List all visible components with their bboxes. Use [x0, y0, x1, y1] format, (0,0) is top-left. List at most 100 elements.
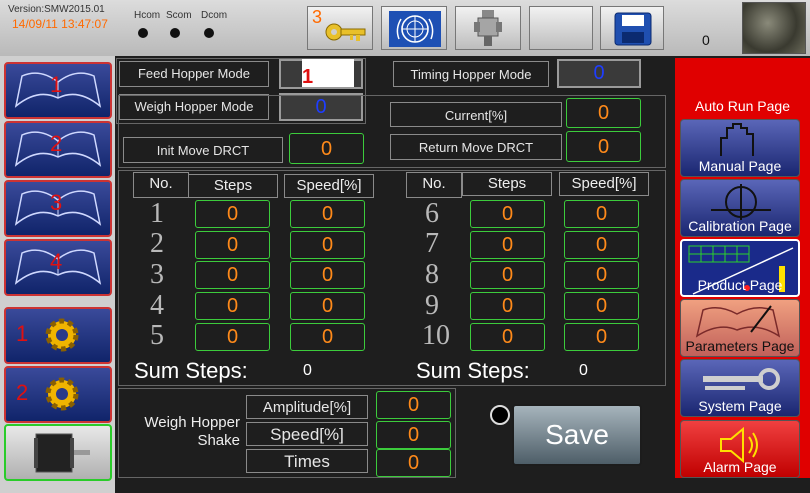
- language-button[interactable]: [381, 6, 447, 50]
- top-bar: Version:SMW2015.01 14/09/11 13:47:07 Hco…: [0, 0, 810, 56]
- blank-top-button[interactable]: [529, 6, 593, 50]
- shake-times-field[interactable]: 0: [376, 449, 451, 477]
- gear-settings-2-button[interactable]: 2: [4, 366, 112, 423]
- amplitude-label: Amplitude[%]: [246, 395, 368, 419]
- steps-field[interactable]: 0: [195, 231, 270, 259]
- steps-field[interactable]: 0: [195, 323, 270, 351]
- gear-icon: [45, 377, 79, 411]
- init-move-drct-label: Init Move DRCT: [123, 137, 283, 163]
- row-number: 7: [425, 228, 439, 259]
- machine-view-button[interactable]: [455, 6, 521, 50]
- alarm-page-button[interactable]: Alarm Page: [680, 420, 800, 478]
- motor-button[interactable]: [4, 424, 112, 481]
- speed-field[interactable]: 0: [290, 323, 365, 351]
- book-number: 1: [50, 72, 63, 97]
- version-text: Version:SMW2015.01: [8, 4, 105, 15]
- product-photo: [742, 2, 806, 54]
- recipe-book-4-button[interactable]: 4: [4, 239, 112, 296]
- product-page-label: Product Page: [697, 277, 783, 293]
- system-page-label: System Page: [698, 398, 782, 414]
- steps-field[interactable]: 0: [470, 261, 545, 289]
- save-button[interactable]: Save: [512, 404, 642, 466]
- gear-settings-1-button[interactable]: 1: [4, 307, 112, 364]
- weigh-hopper-shake-title: Weigh Hopper Shake: [144, 414, 240, 449]
- save-status-indicator: [490, 405, 510, 425]
- speed-field[interactable]: 0: [564, 261, 639, 289]
- port-scom-label: Scom: [166, 10, 192, 21]
- left-steps-header: Steps: [188, 174, 278, 198]
- book-pen-icon: [695, 305, 781, 338]
- wrench-icon: [703, 368, 780, 390]
- speed-field[interactable]: 0: [290, 292, 365, 320]
- steps-field[interactable]: 0: [470, 292, 545, 320]
- recipe-book-1-button[interactable]: 1: [4, 62, 112, 119]
- system-page-button[interactable]: System Page: [680, 359, 800, 417]
- steps-field[interactable]: 0: [470, 231, 545, 259]
- alarm-page-label: Alarm Page: [703, 459, 777, 475]
- product-page-button[interactable]: Product Page: [680, 239, 800, 297]
- book-number: 2: [50, 131, 63, 156]
- right-no-header: No.: [406, 172, 462, 198]
- login-key-button[interactable]: 3: [307, 6, 373, 50]
- left-no-header: No.: [133, 172, 189, 198]
- row-number: 1: [150, 198, 164, 229]
- hcom-status-led: [138, 28, 148, 38]
- feed-hopper-mode-label: Feed Hopper Mode: [119, 61, 269, 87]
- gear-number: 2: [16, 380, 29, 405]
- speaker-icon: [720, 427, 758, 463]
- row-number: 5: [150, 320, 164, 351]
- save-data-button[interactable]: [600, 6, 664, 50]
- speed-field[interactable]: 0: [564, 200, 639, 228]
- feed-hopper-mode-field[interactable]: 1: [279, 59, 363, 89]
- row-number: 4: [150, 290, 164, 321]
- steps-field[interactable]: 0: [195, 261, 270, 289]
- manual-page-button[interactable]: Manual Page: [680, 119, 800, 177]
- manual-page-label: Manual Page: [698, 158, 782, 174]
- key-badge: 3: [312, 7, 323, 27]
- key-icon: [325, 23, 366, 41]
- datetime-text: 14/09/11 13:47:07: [12, 17, 108, 31]
- calibration-page-button[interactable]: Calibration Page: [680, 179, 800, 237]
- steps-field[interactable]: 0: [470, 323, 545, 351]
- timing-hopper-mode-field[interactable]: 0: [557, 59, 641, 88]
- sum-steps-right-value: 0: [579, 362, 588, 379]
- row-number: 8: [425, 259, 439, 290]
- speed-field[interactable]: 0: [290, 200, 365, 228]
- shake-speed-label: Speed[%]: [246, 422, 368, 446]
- speed-field[interactable]: 0: [564, 231, 639, 259]
- feed-hopper-mode-value: 1: [302, 59, 354, 88]
- current-value-field[interactable]: 0: [566, 98, 641, 128]
- init-move-drct-field[interactable]: 0: [289, 133, 364, 164]
- left-speed-header: Speed[%]: [284, 174, 374, 198]
- row-number: 3: [150, 259, 164, 290]
- scom-status-led: [170, 28, 180, 38]
- speed-field[interactable]: 0: [290, 261, 365, 289]
- parameters-page-label: Parameters Page: [685, 338, 795, 354]
- speed-field[interactable]: 0: [290, 231, 365, 259]
- steps-field[interactable]: 0: [195, 200, 270, 228]
- speed-field[interactable]: 0: [564, 292, 639, 320]
- counter-value: 0: [702, 32, 710, 48]
- right-speed-header: Speed[%]: [559, 172, 649, 196]
- amplitude-field[interactable]: 0: [376, 391, 451, 419]
- recipe-book-3-button[interactable]: 3: [4, 180, 112, 237]
- port-hcom-label: Hcom: [134, 10, 161, 21]
- parameters-page-button[interactable]: Parameters Page: [680, 299, 800, 357]
- return-move-drct-field[interactable]: 0: [566, 131, 641, 162]
- steps-field[interactable]: 0: [195, 292, 270, 320]
- port-dcom-label: Dcom: [201, 10, 228, 21]
- speed-field[interactable]: 0: [564, 323, 639, 351]
- row-number: 2: [150, 228, 164, 259]
- steps-field[interactable]: 0: [470, 200, 545, 228]
- shake-speed-field[interactable]: 0: [376, 421, 451, 449]
- right-steps-header: Steps: [462, 172, 552, 196]
- sum-steps-left-value: 0: [303, 362, 312, 379]
- gear-icon: [45, 318, 79, 352]
- floppy-disk-icon: [614, 12, 652, 46]
- recipe-book-2-button[interactable]: 2: [4, 121, 112, 178]
- calibration-page-label: Calibration Page: [688, 218, 792, 234]
- packing-machine-icon: [474, 10, 502, 46]
- row-number: 6: [425, 198, 439, 229]
- return-move-drct-label: Return Move DRCT: [390, 134, 562, 160]
- dcom-status-led: [204, 28, 214, 38]
